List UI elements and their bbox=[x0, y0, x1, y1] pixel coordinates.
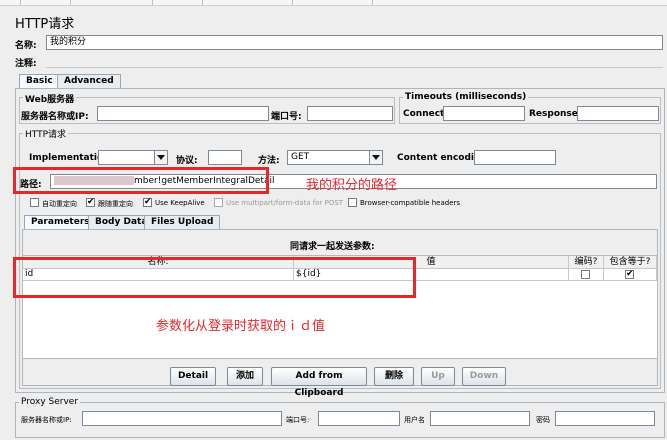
chevron-down-icon[interactable] bbox=[369, 151, 382, 164]
protocol-input[interactable] bbox=[208, 150, 242, 165]
http-request-title: HTTP请求 bbox=[23, 127, 69, 140]
implementation-select[interactable] bbox=[98, 150, 168, 165]
tab-advanced[interactable]: Advanced bbox=[57, 74, 121, 88]
name-label: 名称: bbox=[15, 41, 37, 51]
protocol-label: 协议: bbox=[176, 156, 198, 166]
auto-redirect-checkbox[interactable] bbox=[30, 198, 39, 207]
strip-segment bbox=[0, 0, 21, 5]
name-input[interactable]: 我的积分 bbox=[46, 35, 663, 50]
detail-button[interactable]: Detail bbox=[170, 367, 216, 386]
timeouts-title: Timeouts (milliseconds) bbox=[403, 92, 529, 102]
proxy-port-label: 端口号: bbox=[286, 416, 310, 424]
response-label: Response: bbox=[529, 109, 582, 119]
params-caption: 同请求一起发送参数: bbox=[290, 242, 375, 252]
column-header-encode[interactable]: 编码? bbox=[569, 256, 604, 269]
chevron-down-icon[interactable] bbox=[154, 151, 167, 164]
strip-segment bbox=[70, 0, 153, 5]
encode-checkbox[interactable] bbox=[581, 270, 590, 279]
comment-label: 注释: bbox=[15, 59, 37, 69]
param-highlight-box bbox=[13, 257, 416, 298]
response-timeout-input[interactable] bbox=[577, 106, 659, 121]
strip-segment bbox=[152, 0, 203, 5]
multipart-label: Use multipart/form-data for POST bbox=[226, 199, 344, 207]
follow-redirect-checkbox[interactable]: ✔ bbox=[86, 198, 95, 207]
proxy-server-label: 服务器名称或IP: bbox=[21, 416, 72, 424]
connect-label: Connect: bbox=[403, 109, 448, 119]
proxy-title: Proxy Server bbox=[19, 397, 81, 407]
tab-files-upload[interactable]: Files Upload bbox=[144, 215, 221, 229]
method-label: 方法: bbox=[258, 156, 280, 166]
path-highlight-box bbox=[13, 167, 269, 194]
tab-basic[interactable]: Basic bbox=[19, 74, 60, 88]
keepalive-checkbox[interactable]: ✔ bbox=[143, 198, 152, 207]
method-select[interactable]: GET bbox=[287, 150, 383, 165]
add-button[interactable]: 添加 bbox=[227, 367, 263, 386]
connect-timeout-input[interactable] bbox=[443, 106, 525, 121]
server-name-input[interactable] bbox=[97, 106, 269, 121]
port-input[interactable] bbox=[307, 106, 393, 121]
content-encoding-input[interactable] bbox=[474, 150, 556, 165]
auto-redirect-label: 自动重定向 bbox=[42, 200, 77, 208]
top-strip bbox=[0, 0, 667, 6]
column-header-include-equals[interactable]: 包含等于? bbox=[604, 256, 657, 269]
proxy-server-input[interactable] bbox=[82, 411, 282, 426]
include-equals-checkbox[interactable]: ✔ bbox=[625, 270, 634, 279]
strip-segment bbox=[292, 0, 373, 5]
proxy-port-input[interactable] bbox=[318, 411, 400, 426]
proxy-user-label: 用户名 bbox=[404, 416, 425, 424]
server-name-label: 服务器名称或IP: bbox=[21, 112, 89, 122]
tab-parameters[interactable]: Parameters bbox=[24, 215, 97, 229]
web-server-title: Web服务器 bbox=[23, 92, 77, 105]
param-annotation: 参数化从登录时获取的ｉｄ值 bbox=[156, 319, 326, 334]
path-annotation: 我的积分的路径 bbox=[306, 178, 398, 193]
page-title: HTTP请求 bbox=[15, 17, 75, 32]
up-button[interactable]: Up bbox=[421, 367, 455, 386]
port-label: 端口号: bbox=[271, 112, 302, 122]
multipart-checkbox[interactable] bbox=[214, 198, 223, 207]
method-value: GET bbox=[291, 152, 310, 162]
follow-redirect-label: 跟随重定向 bbox=[98, 200, 133, 208]
comment-field-underline[interactable] bbox=[46, 67, 663, 68]
delete-button[interactable]: 删除 bbox=[374, 367, 414, 386]
down-button[interactable]: Down bbox=[462, 367, 506, 386]
proxy-password-label: 密码 bbox=[536, 416, 550, 424]
keepalive-label: Use KeepAlive bbox=[155, 199, 205, 207]
strip-segment bbox=[20, 0, 71, 5]
proxy-password-input[interactable] bbox=[555, 411, 655, 426]
table-row-encode-cell[interactable] bbox=[569, 269, 604, 281]
proxy-user-input[interactable] bbox=[430, 411, 530, 426]
browser-headers-checkbox[interactable] bbox=[348, 198, 357, 207]
browser-headers-label: Browser-compatible headers bbox=[360, 199, 461, 207]
strip-segment bbox=[202, 0, 293, 5]
add-from-clipboard-button[interactable]: Add from Clipboard bbox=[271, 367, 367, 398]
table-row-include-cell[interactable]: ✔ bbox=[604, 269, 657, 281]
